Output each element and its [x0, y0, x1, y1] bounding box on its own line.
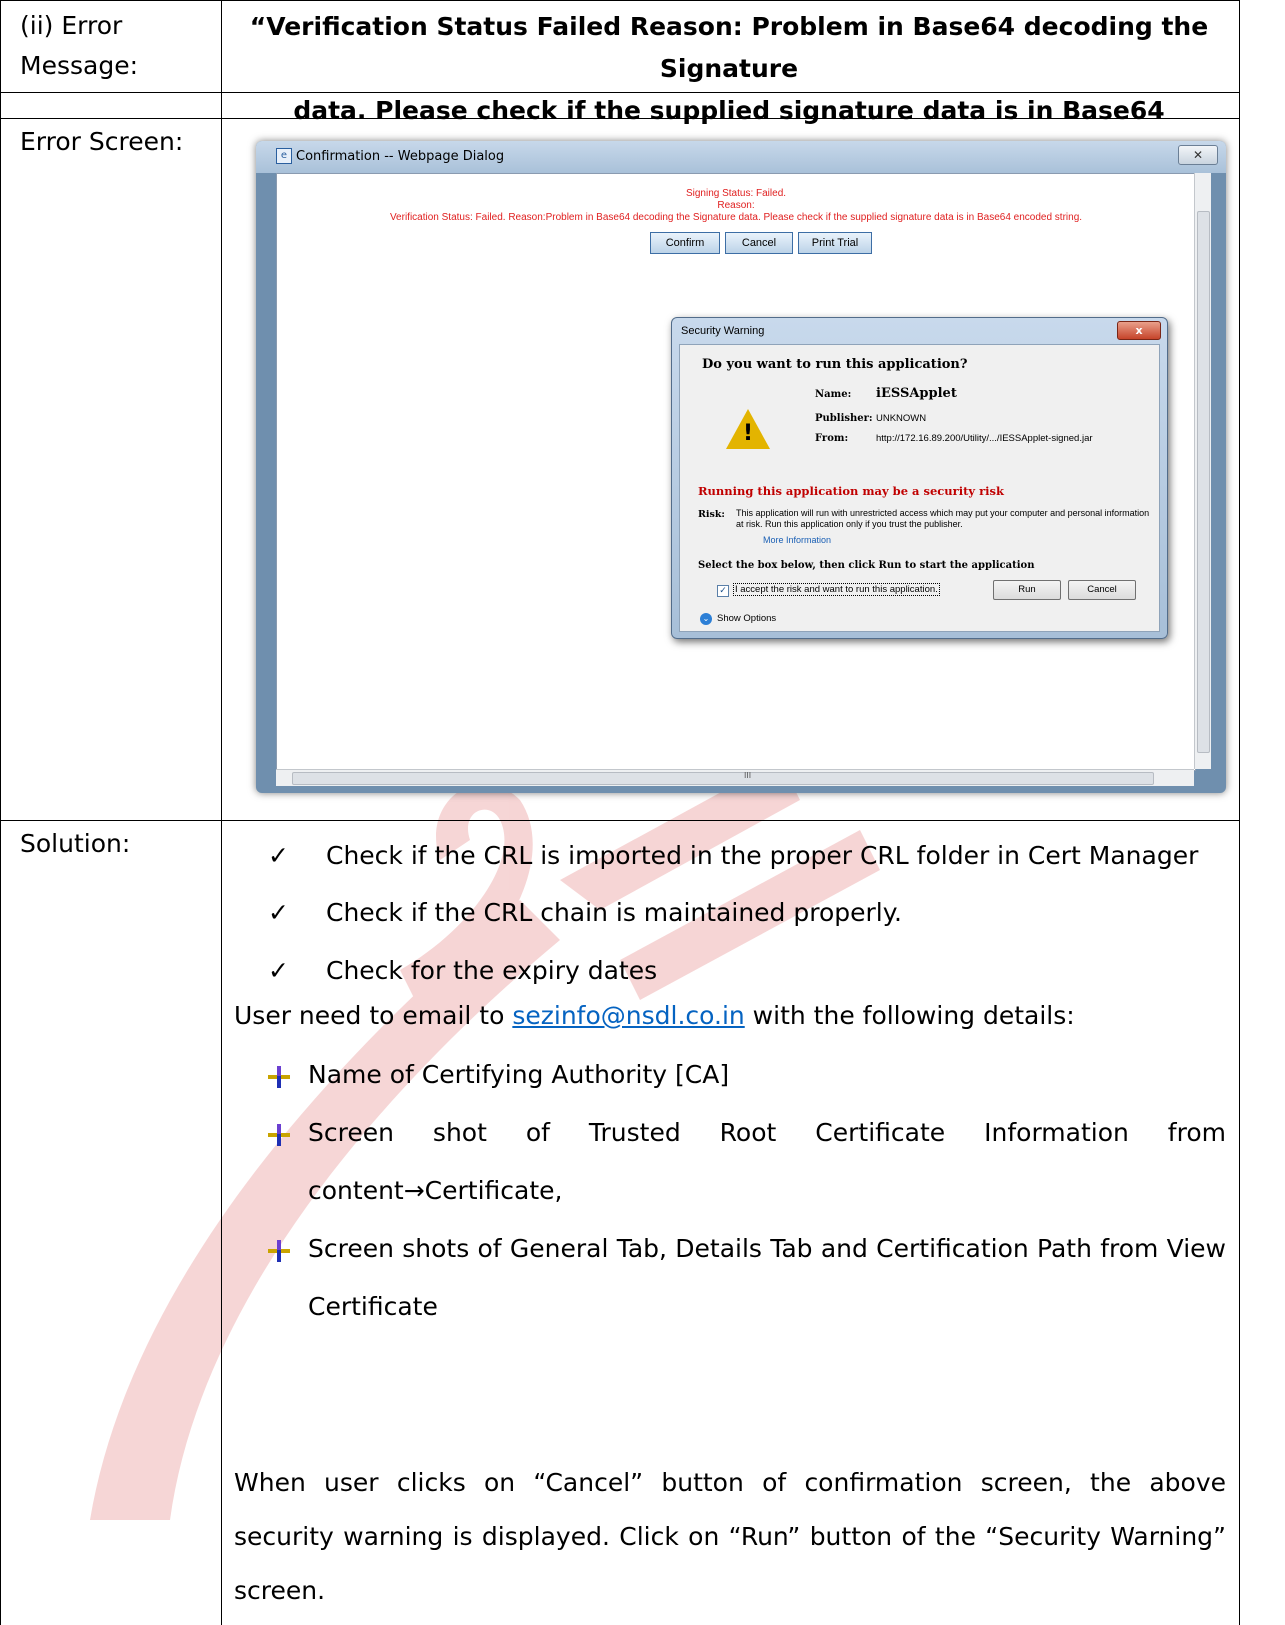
signing-status-text: Signing Status: Failed. — [685, 188, 787, 199]
email-prefix: User need to email to — [234, 1001, 513, 1030]
info-table: (ii) Error Message: “Verification Status… — [0, 0, 1240, 1625]
accept-risk-label[interactable]: I accept the risk and want to run this a… — [733, 583, 940, 596]
close-icon[interactable]: ✕ — [1178, 145, 1218, 165]
check-item-text: Check if the CRL is imported in the prop… — [326, 841, 1199, 870]
run-button[interactable]: Run — [993, 580, 1061, 600]
publisher-key: Publisher: — [815, 413, 873, 424]
select-instruction: Select the box below, then click Run to … — [698, 560, 1035, 571]
from-key: From: — [815, 433, 849, 444]
ie-page-icon: e — [276, 148, 292, 164]
security-question: Do you want to run this application? — [702, 357, 968, 372]
scroll-grip-mark: III — [744, 771, 752, 780]
error-message-label-2: Message: — [20, 51, 138, 80]
publisher-value: UNKNOWN — [876, 413, 927, 424]
confirm-button[interactable]: Confirm — [650, 232, 720, 254]
show-options-link[interactable]: Show Options — [717, 613, 776, 624]
dialog-content: Signing Status: Failed. Reason: Verifica… — [276, 173, 1196, 771]
detail-item-text: Name of Certifying Authority [CA] — [308, 1060, 730, 1089]
email-instruction: User need to email to sezinfo@nsdl.co.in… — [234, 987, 1226, 1045]
bullet-plus-icon — [268, 1124, 290, 1146]
exclamation-icon: ! — [743, 421, 754, 446]
reason-text: Reason: — [717, 200, 755, 211]
bullet-plus-icon — [268, 1240, 290, 1262]
dialog-title: Confirmation -- Webpage Dialog — [296, 149, 505, 164]
error-screen-label: Error Screen: — [20, 127, 184, 156]
email-link[interactable]: sezinfo@nsdl.co.in — [512, 1001, 744, 1030]
checkmark-icon: ✓ — [268, 841, 289, 870]
error-screenshot: e Confirmation -- Webpage Dialog ✕ Signi… — [256, 141, 1226, 793]
security-warning-panel: Do you want to run this application? ! N… — [679, 344, 1160, 632]
verification-status-text: Verification Status: Failed. Reason:Prob… — [389, 212, 1083, 223]
solution-label: Solution: — [20, 829, 131, 858]
name-value: iESSApplet — [876, 386, 957, 401]
security-warning-dialog: Security Warning x Do you want to run th… — [671, 317, 1168, 639]
dialog-titlebar: e Confirmation -- Webpage Dialog ✕ — [256, 141, 1226, 173]
bullet-plus-icon — [268, 1066, 290, 1088]
name-key: Name: — [815, 389, 852, 400]
detail-item-text: Screen shots of General Tab, Details Tab… — [308, 1234, 1226, 1321]
from-value: http://172.16.89.200/Utility/.../IESSApp… — [876, 433, 1093, 444]
accept-risk-checkbox[interactable]: ✓ — [717, 585, 729, 597]
error-message-label-1: (ii) Error — [20, 11, 123, 40]
closing-paragraph: When user clicks on “Cancel” button of c… — [234, 1468, 1226, 1605]
detail-item-text: Screen shot of Trusted Root Certificate … — [308, 1118, 1226, 1205]
email-suffix: with the following details: — [744, 1001, 1075, 1030]
risk-text: This application will run with unrestric… — [736, 508, 1150, 529]
check-item-text: Check if the CRL chain is maintained pro… — [326, 898, 902, 927]
risk-heading: Running this application may be a securi… — [698, 484, 1004, 498]
print-trial-button[interactable]: Print Trial — [798, 232, 872, 254]
check-item-text: Check for the expiry dates — [326, 956, 658, 985]
cancel-button[interactable]: Cancel — [725, 232, 793, 254]
vertical-scrollbar[interactable] — [1194, 173, 1211, 769]
error-message-line-1: “Verification Status Failed Reason: Prob… — [249, 12, 1209, 83]
close-icon[interactable]: x — [1117, 321, 1161, 340]
chevron-down-icon[interactable]: ⌄ — [700, 613, 712, 625]
checkmark-icon: ✓ — [268, 956, 289, 985]
horizontal-scrollbar[interactable]: III — [276, 769, 1194, 786]
security-warning-title: Security Warning — [681, 325, 765, 337]
security-cancel-button[interactable]: Cancel — [1068, 580, 1136, 600]
checkmark-icon: ✓ — [268, 898, 289, 927]
risk-key: Risk: — [698, 509, 725, 520]
more-information-link[interactable]: More Information — [763, 535, 831, 545]
